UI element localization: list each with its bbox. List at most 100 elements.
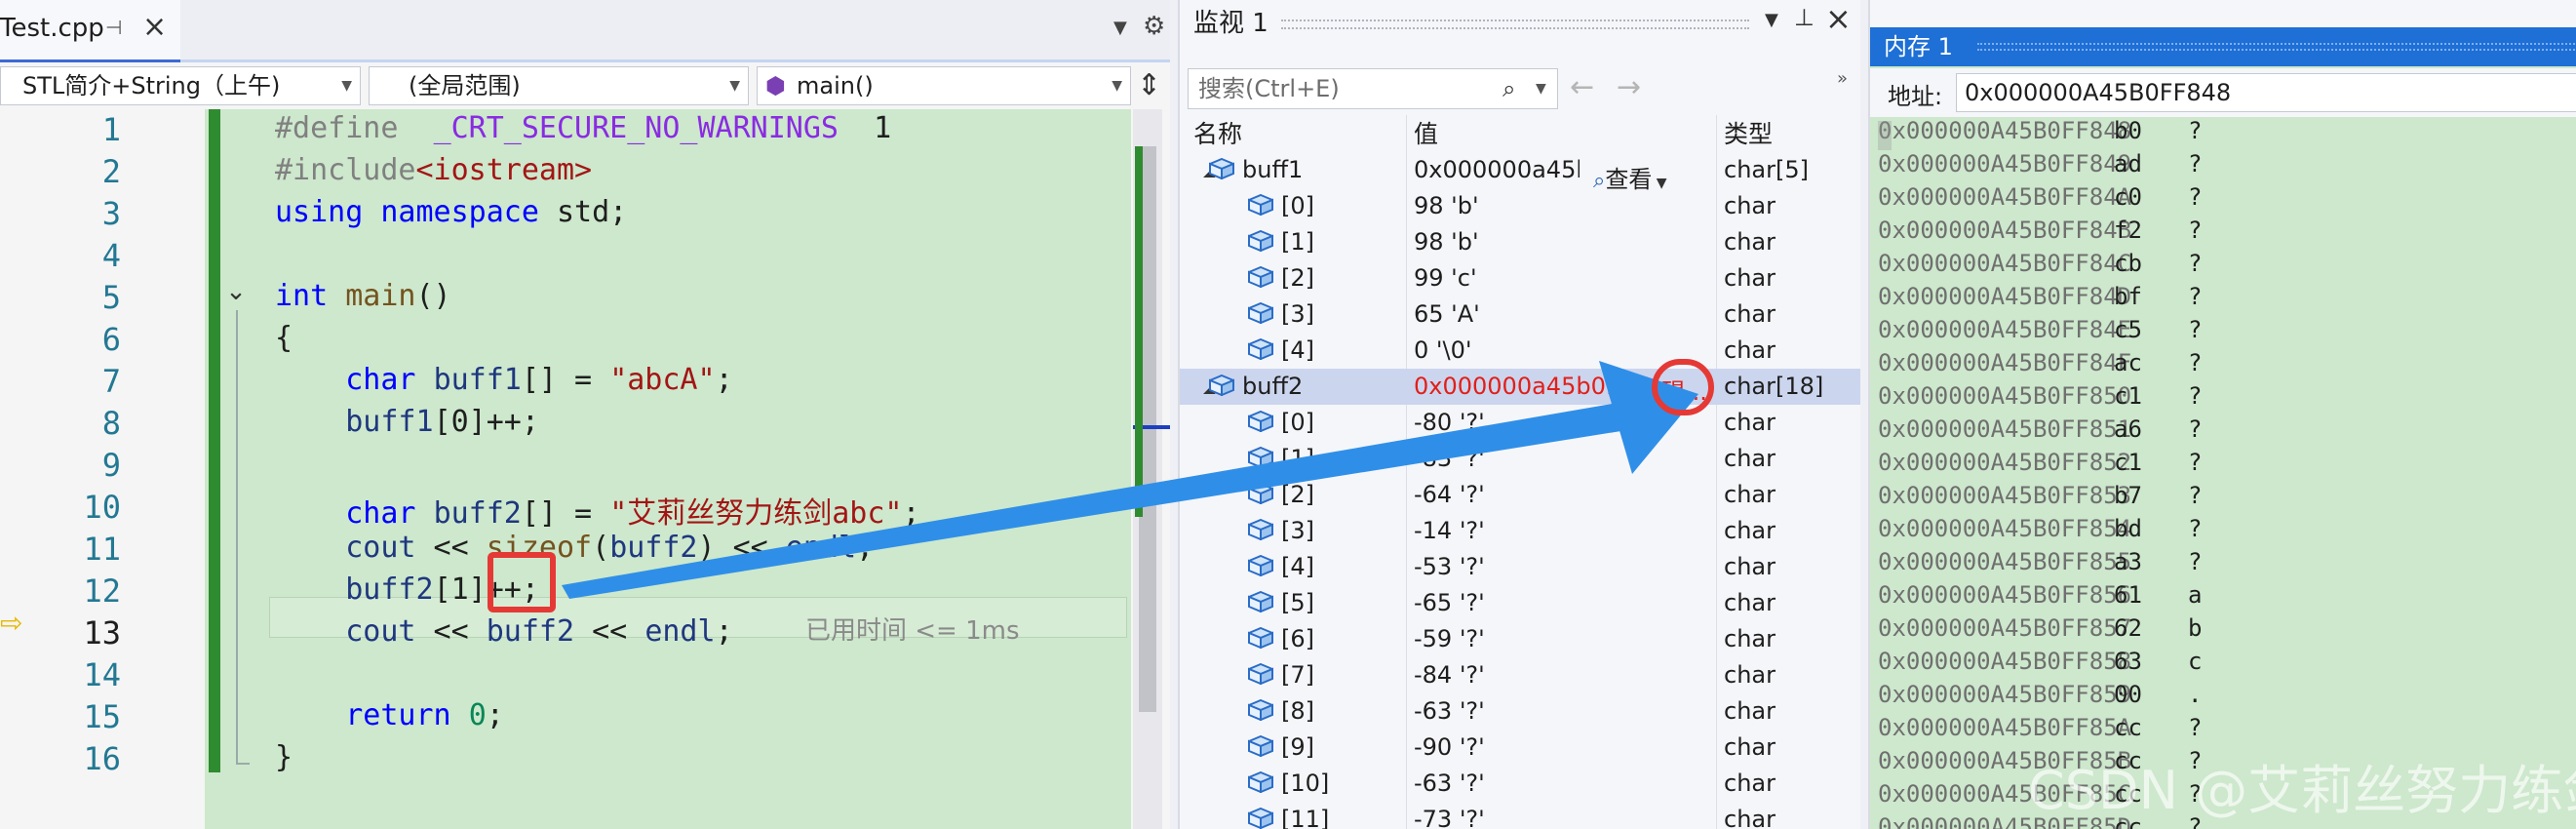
watch-name: [8] — [1281, 697, 1314, 725]
gear-icon[interactable]: ⚙ — [1143, 12, 1165, 41]
memory-byte[interactable]: c1 — [2114, 382, 2142, 410]
watch-value[interactable]: -90 '?' — [1414, 733, 1658, 761]
watch-element-row[interactable]: [9] -90 '?' char — [1180, 730, 1860, 766]
watch-value[interactable]: 0x000000a45b0ff848 — [1414, 373, 1658, 400]
watch-value[interactable]: -84 '?' — [1414, 661, 1658, 689]
code-line[interactable]: { — [275, 321, 293, 355]
watch-element-row[interactable]: [0] 98 'b' char — [1180, 188, 1860, 224]
watch-value[interactable]: -53 '?' — [1414, 553, 1658, 580]
project-combo[interactable]: STL简介+String（上午) ▼ — [0, 66, 361, 105]
watch-element-row[interactable]: [3] 65 'A' char — [1180, 296, 1860, 333]
watch-element-row[interactable]: [0] -80 '?' char — [1180, 405, 1860, 441]
watch-element-row[interactable]: [10] -63 '?' char — [1180, 766, 1860, 802]
memory-byte[interactable]: 61 — [2114, 581, 2142, 609]
code-line[interactable]: cout << buff2 << endl; — [275, 614, 732, 649]
memory-byte[interactable]: cc — [2114, 714, 2142, 741]
code-line[interactable]: using namespace std; — [275, 195, 627, 229]
memory-byte[interactable]: f2 — [2114, 217, 2142, 244]
pin-icon[interactable]: ⊣ — [105, 16, 122, 39]
watch-element-row[interactable]: [6] -59 '?' char — [1180, 621, 1860, 657]
chevron-down-icon[interactable]: ▼ — [1765, 10, 1778, 30]
memory-byte[interactable]: ad — [2114, 150, 2142, 178]
memory-byte[interactable]: c1 — [2114, 449, 2142, 476]
column-header-value[interactable]: 值 — [1414, 115, 1438, 150]
watch-element-row[interactable]: [4] -53 '?' char — [1180, 549, 1860, 585]
code-line[interactable]: #include<iostream> — [275, 153, 592, 187]
watch-value[interactable]: 0x000000a45b0... — [1414, 156, 1580, 183]
memory-byte[interactable]: ac — [2114, 349, 2142, 376]
code-line[interactable]: } — [275, 740, 293, 774]
watch-value[interactable]: -14 '?' — [1414, 517, 1658, 544]
memory-byte[interactable]: c5 — [2114, 316, 2142, 343]
code-line[interactable]: int main() — [275, 279, 451, 313]
pin-icon[interactable]: ⊥ — [1794, 4, 1815, 31]
memory-title-bar[interactable]: 内存 1 — [1870, 27, 2576, 66]
memory-byte[interactable]: bd — [2114, 515, 2142, 542]
watch-value[interactable]: -59 '?' — [1414, 625, 1658, 652]
watch-value[interactable]: -73 '?' — [1414, 806, 1658, 829]
watch-value[interactable]: 99 'c' — [1414, 264, 1658, 292]
watch-variable-row[interactable]: ◢buff20x000000a45b0ff848碍...char[18] — [1180, 369, 1860, 406]
watch-element-row[interactable]: [8] -63 '?' char — [1180, 693, 1860, 730]
view-button[interactable]: ⌕查看 ▼ — [1593, 160, 1667, 194]
watch-value[interactable]: -63 '?' — [1414, 697, 1658, 725]
function-combo[interactable]: ⬢ main() ▼ — [757, 66, 1131, 105]
variable-icon — [1246, 626, 1275, 650]
code-line[interactable]: cout << sizeof(buff2) << endl; — [275, 531, 874, 565]
watch-value[interactable]: 65 'A' — [1414, 300, 1658, 328]
watch-element-row[interactable]: [3] -14 '?' char — [1180, 513, 1860, 549]
memory-byte[interactable]: b7 — [2114, 482, 2142, 509]
watch-element-row[interactable]: [2] 99 'c' char — [1180, 260, 1860, 296]
memory-byte[interactable]: c0 — [2114, 183, 2142, 211]
back-arrow-icon[interactable]: ← — [1570, 70, 1594, 104]
watch-value[interactable]: 98 'b' — [1414, 228, 1658, 256]
memory-byte[interactable]: bf — [2114, 283, 2142, 310]
watch-value[interactable]: -63 '?' — [1414, 770, 1658, 797]
watch-element-row[interactable]: [2] -64 '?' char — [1180, 477, 1860, 513]
execution-pointer-icon[interactable]: ⇨ — [0, 607, 22, 639]
memory-byte[interactable]: 00 — [2114, 681, 2142, 708]
memory-byte[interactable]: 62 — [2114, 614, 2142, 642]
watch-value[interactable]: 98 'b' — [1414, 192, 1658, 219]
forward-arrow-icon[interactable]: → — [1617, 70, 1641, 104]
watch-value[interactable]: -80 '?' — [1414, 409, 1658, 436]
code-line[interactable]: return 0; — [275, 698, 504, 732]
address-input[interactable]: 0x000000A45B0FF848 — [1956, 73, 2576, 112]
column-header-type[interactable]: 类型 — [1724, 115, 1773, 150]
watch-value[interactable]: -65 '?' — [1414, 589, 1658, 616]
watch-name: [4] — [1281, 553, 1314, 580]
memory-address: 0x000000A45B0FF850 — [1878, 382, 2132, 410]
memory-byte[interactable]: a6 — [2114, 415, 2142, 443]
watch-value[interactable]: 0 '\0' — [1414, 336, 1658, 364]
watch-element-row[interactable]: [7] -84 '?' char — [1180, 657, 1860, 693]
tab-test-cpp[interactable]: Test.cpp ⊣ × — [0, 0, 180, 62]
memory-byte[interactable]: b0 — [2114, 117, 2142, 144]
memory-byte[interactable]: cb — [2114, 250, 2142, 277]
split-icon[interactable]: ⇕ — [1137, 68, 1161, 102]
watch-element-row[interactable]: [1] -83 '?' char — [1180, 441, 1860, 477]
watch-element-row[interactable]: [4] 0 '\0' char — [1180, 333, 1860, 369]
watch-value[interactable]: -83 '?' — [1414, 445, 1658, 472]
collapse-icon[interactable]: ⌄ — [218, 277, 254, 312]
memory-byte[interactable]: 63 — [2114, 648, 2142, 675]
code-line[interactable]: char buff2[] = "艾莉丝努力练剑abc"; — [275, 489, 919, 532]
watch-element-row[interactable]: [5] -65 '?' char — [1180, 585, 1860, 621]
watch-element-row[interactable]: [1] 98 'b' char — [1180, 224, 1860, 260]
overflow-icon[interactable]: » — [1837, 68, 1848, 89]
code-line[interactable]: char buff1[] = "abcA"; — [275, 363, 732, 397]
watch-element-row[interactable]: [11] -73 '?' char — [1180, 802, 1860, 829]
scope-combo[interactable]: (全局范围) ▼ — [369, 66, 749, 105]
code-line[interactable]: buff1[0]++; — [275, 405, 539, 439]
chevron-down-icon[interactable]: ▼ — [1536, 69, 1546, 108]
code-line[interactable]: #define _CRT_SECURE_NO_WARNINGS 1 — [275, 111, 891, 145]
close-icon[interactable]: × — [1825, 0, 1852, 37]
memory-byte[interactable]: a3 — [2114, 548, 2142, 575]
watch-search-input[interactable]: 搜索(Ctrl+E) ⌕ ▼ — [1188, 68, 1558, 109]
watch-variable-row[interactable]: ◢buff10x000000a45b0...char[5] — [1180, 152, 1860, 188]
watch-value[interactable]: -64 '?' — [1414, 481, 1658, 508]
close-icon[interactable]: × — [142, 10, 167, 44]
column-header-name[interactable]: 名称 — [1193, 115, 1242, 150]
search-icon[interactable]: ⌕ — [1503, 69, 1515, 108]
chevron-down-icon[interactable]: ▼ — [1113, 18, 1127, 38]
drag-handle[interactable] — [1281, 20, 1749, 29]
